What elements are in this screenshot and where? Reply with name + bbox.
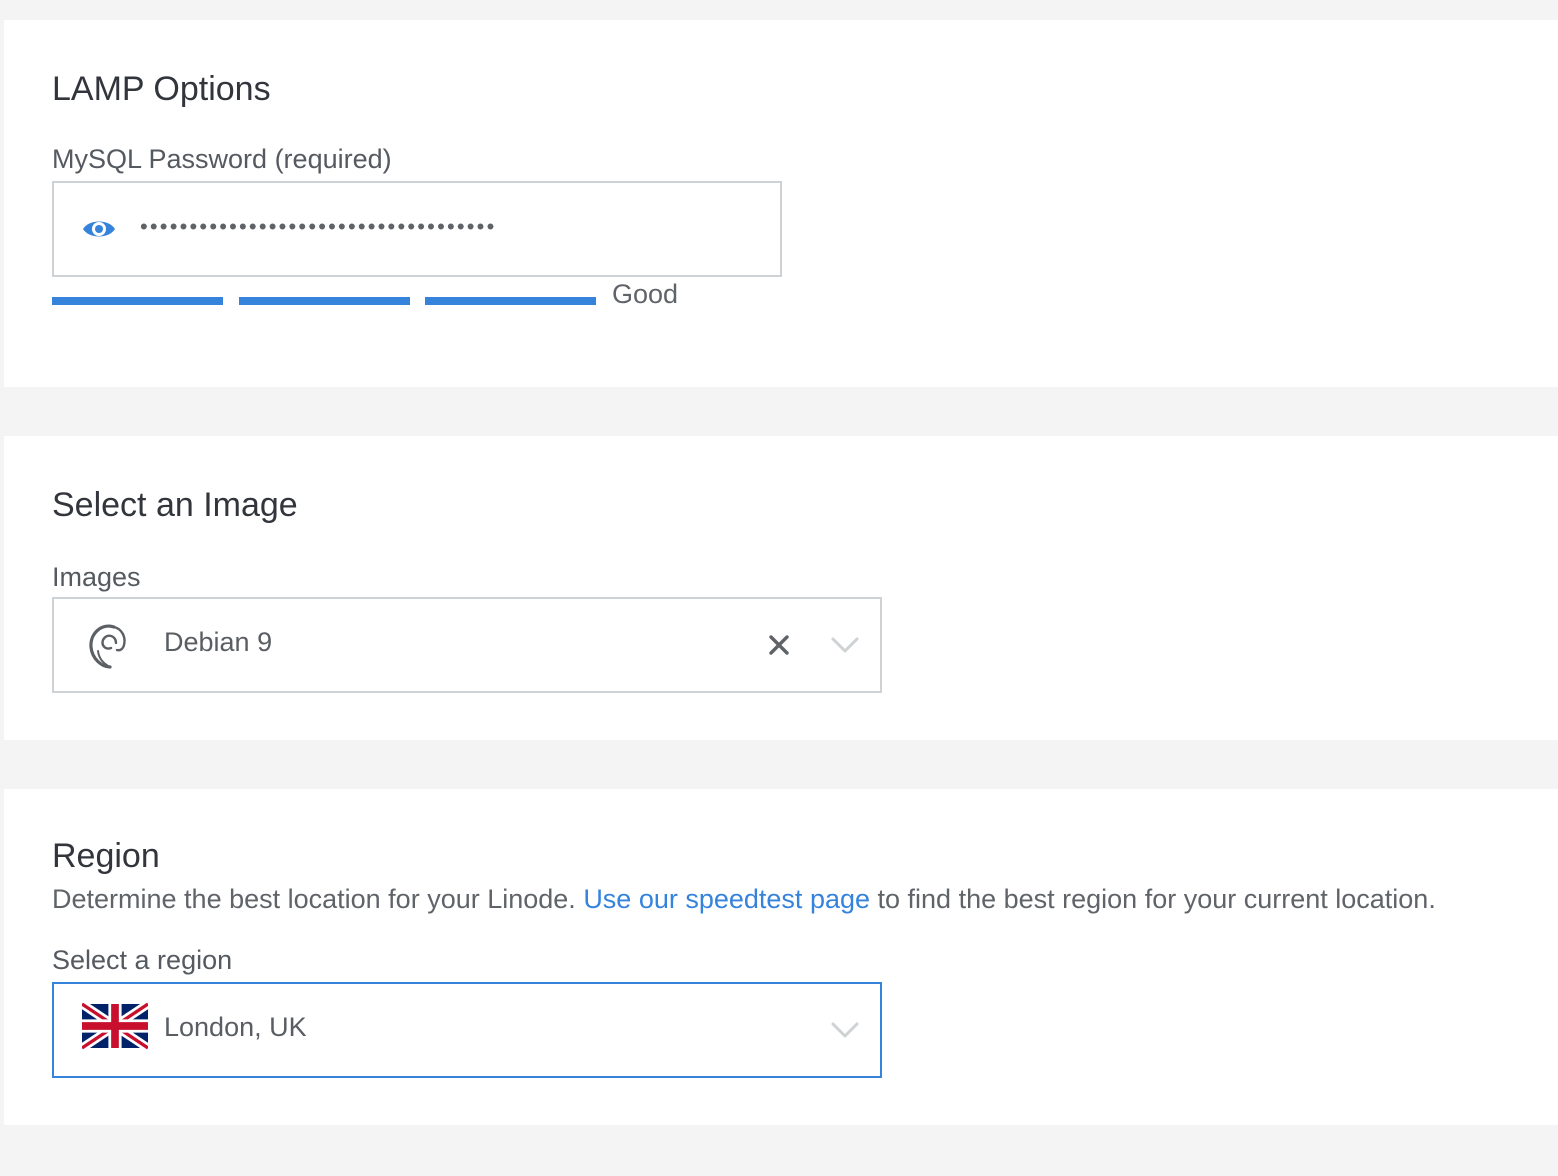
lamp-options-title: LAMP Options	[52, 70, 271, 108]
region-select-dropdown[interactable]: London, UK	[52, 982, 882, 1078]
debian-swirl-icon	[84, 617, 132, 673]
speedtest-page-link[interactable]: Use our speedtest page	[583, 884, 870, 914]
chevron-down-icon[interactable]	[830, 1020, 860, 1040]
lamp-options-panel: LAMP Options MySQL Password (required) •…	[4, 20, 1558, 387]
password-strength-label: Good	[612, 279, 679, 309]
password-strength-segment-3	[425, 297, 596, 305]
select-image-title: Select an Image	[52, 486, 298, 524]
clear-selection-x-icon[interactable]	[767, 633, 791, 657]
mysql-password-label: MySQL Password (required)	[52, 144, 392, 174]
region-title: Region	[52, 837, 160, 875]
password-strength-segment-2	[239, 297, 410, 305]
uk-flag-icon	[79, 1000, 151, 1052]
images-label: Images	[52, 562, 141, 592]
region-description: Determine the best location for your Lin…	[52, 884, 1436, 915]
region-description-prefix: Determine the best location for your Lin…	[52, 884, 584, 914]
mysql-password-input[interactable]: ••••••••••••••••••••••••••••••••••••	[52, 181, 782, 277]
selected-image-value: Debian 9	[164, 627, 273, 657]
select-region-label: Select a region	[52, 945, 233, 975]
selected-region-value: London, UK	[164, 1012, 307, 1042]
show-password-eye-icon[interactable]	[81, 215, 117, 243]
chevron-down-icon[interactable]	[830, 635, 860, 655]
region-description-suffix: to find the best region for your current…	[870, 884, 1436, 914]
password-masked-value: ••••••••••••••••••••••••••••••••••••	[140, 214, 497, 239]
region-panel: Region Determine the best location for y…	[4, 789, 1558, 1125]
select-image-panel: Select an Image Images Debian 9	[4, 436, 1558, 740]
image-select-dropdown[interactable]: Debian 9	[52, 597, 882, 693]
password-strength-segment-1	[52, 297, 223, 305]
